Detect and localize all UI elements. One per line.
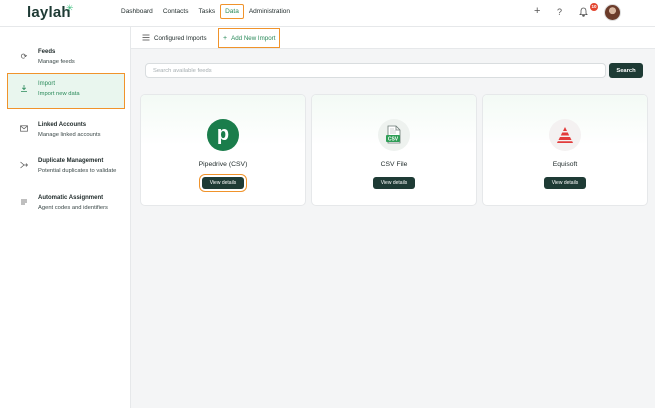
card-title: Pipedrive (CSV) xyxy=(198,161,248,168)
csv-file-icon: CSV xyxy=(378,119,410,151)
view-details-button[interactable]: View details xyxy=(544,177,586,189)
avatar[interactable] xyxy=(604,4,621,21)
sidebar-item-title: Duplicate Management xyxy=(38,158,104,164)
sidebar: ⟳ Feeds Manage feeds Import Import new d… xyxy=(0,27,131,408)
feed-card-equisoft: Equisoft View details xyxy=(482,94,648,206)
sidebar-item-linked-accounts[interactable]: Linked Accounts Manage linked accounts xyxy=(8,115,124,149)
pipedrive-logo-icon: p xyxy=(207,119,239,151)
search-input[interactable] xyxy=(145,63,606,78)
tab-add-new-import[interactable]: + Add New Import xyxy=(217,28,281,48)
sidebar-item-subtitle: Manage feeds xyxy=(38,59,75,65)
sidebar-item-feeds[interactable]: ⟳ Feeds Manage feeds xyxy=(8,42,124,76)
card-title: CSV File xyxy=(380,161,408,168)
view-details-button[interactable]: View details xyxy=(199,174,247,192)
nav-administration[interactable]: Administration xyxy=(245,5,294,18)
logo-spark-icon: ✳ xyxy=(66,3,74,13)
card-title: Equisoft xyxy=(552,161,578,168)
sidebar-item-subtitle: Import new data xyxy=(38,91,80,97)
sidebar-item-subtitle: Potential duplicates to validate xyxy=(38,168,117,174)
search-button[interactable]: Search xyxy=(609,63,643,78)
plus-icon: + xyxy=(223,34,228,42)
help-icon[interactable]: ? xyxy=(557,7,562,17)
nav-tasks[interactable]: Tasks xyxy=(194,5,219,18)
sidebar-item-subtitle: Manage linked accounts xyxy=(38,132,101,138)
tab-bar: Configured Imports + Add New Import xyxy=(131,27,655,49)
upload-icon xyxy=(19,84,29,95)
sidebar-item-duplicate-management[interactable]: Duplicate Management Potential duplicate… xyxy=(8,151,124,185)
view-details-button[interactable]: View details xyxy=(373,177,415,189)
svg-text:CSV: CSV xyxy=(388,137,399,143)
sidebar-item-title: Import xyxy=(38,81,56,87)
sidebar-item-automatic-assignment[interactable]: Automatic Assignment Agent codes and ide… xyxy=(8,188,124,222)
nav-contacts[interactable]: Contacts xyxy=(159,5,193,18)
list-icon xyxy=(19,198,29,208)
nav-data[interactable]: Data xyxy=(220,4,244,19)
top-bar: laylah ✳ Dashboard Contacts Tasks Data A… xyxy=(0,0,655,27)
bell-icon[interactable] xyxy=(579,7,588,19)
sidebar-item-title: Linked Accounts xyxy=(38,122,87,128)
tab-label: Configured Imports xyxy=(154,34,207,42)
sidebar-item-title: Feeds xyxy=(38,49,56,55)
tab-label: Add New Import xyxy=(231,34,276,42)
plus-icon[interactable]: + xyxy=(534,5,540,17)
app-logo[interactable]: laylah xyxy=(27,4,71,21)
list-icon xyxy=(142,34,150,43)
merge-icon xyxy=(19,161,29,171)
nav-dashboard[interactable]: Dashboard xyxy=(117,5,157,18)
tab-configured-imports[interactable]: Configured Imports xyxy=(142,29,207,47)
sidebar-item-import[interactable]: Import Import new data xyxy=(7,73,125,109)
sidebar-item-title: Automatic Assignment xyxy=(38,195,104,201)
sidebar-item-subtitle: Agent codes and identifiers xyxy=(38,205,108,211)
notification-badge: 10 xyxy=(590,3,598,11)
equisoft-logo-icon xyxy=(549,119,581,151)
feed-card-pipedrive: p Pipedrive (CSV) View details xyxy=(140,94,306,206)
mail-icon xyxy=(19,125,29,134)
main-nav: Dashboard Contacts Tasks Data Administra… xyxy=(117,4,296,19)
feed-card-csv-file: CSV CSV File View details xyxy=(311,94,477,206)
sync-icon: ⟳ xyxy=(20,52,28,61)
